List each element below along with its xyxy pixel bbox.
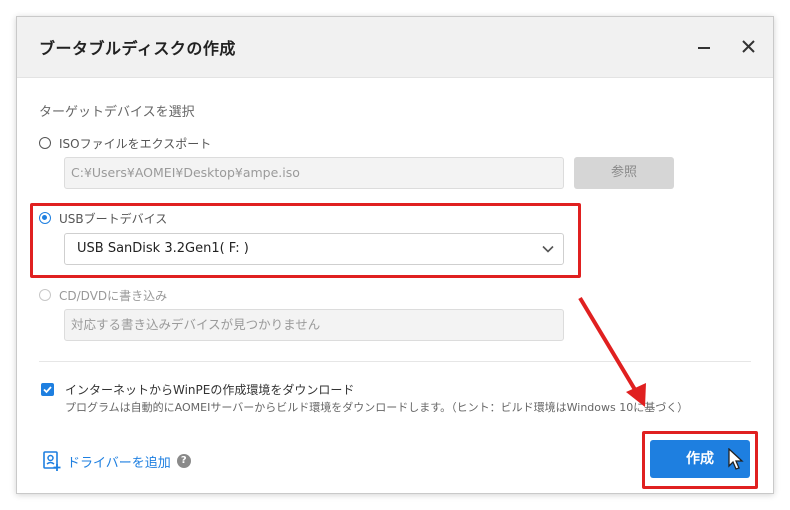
help-icon[interactable]: ?	[176, 454, 191, 468]
add-driver-link[interactable]: ドライバーを追加 ?	[41, 449, 191, 473]
add-driver-label: ドライバーを追加	[67, 455, 171, 471]
cd-dvd-radio-label: CD/DVDに書き込み	[59, 288, 168, 303]
target-device-label: ターゲットデバイスを選択	[39, 105, 195, 120]
iso-export-option[interactable]: ISOファイルをエクスポート	[39, 134, 211, 152]
iso-radio[interactable]	[39, 137, 51, 149]
cd-dvd-radio	[39, 289, 51, 301]
iso-radio-label: ISOファイルをエクスポート	[59, 136, 212, 151]
download-winpe-label: インターネットからWinPEの作成環境をダウンロード	[65, 383, 355, 397]
mouse-cursor-icon	[728, 448, 744, 470]
title-bar: ブータブルディスクの作成	[17, 17, 773, 78]
usb-highlight-box	[30, 203, 581, 278]
cd-dvd-option: CD/DVDに書き込み	[39, 286, 167, 304]
close-icon[interactable]	[737, 35, 761, 59]
create-bootable-disk-dialog: ブータブルディスクの作成 ターゲットデバイスを選択 ISOファイルをエクスポート…	[16, 16, 774, 494]
divider	[39, 361, 751, 362]
minimize-icon[interactable]	[693, 35, 717, 59]
driver-icon	[43, 451, 61, 471]
iso-path-field: C:¥Users¥AOMEI¥Desktop¥ampe.iso	[64, 157, 564, 189]
download-winpe-checkbox[interactable]	[41, 383, 54, 396]
check-icon	[43, 386, 52, 394]
dialog-title: ブータブルディスクの作成	[39, 39, 236, 58]
cd-dvd-device-field: 対応する書き込みデバイスが見つかりません	[64, 309, 564, 341]
download-winpe-description: プログラムは自動的にAOMEIサーバーからビルド環境をダウンロードします。（ヒン…	[65, 401, 689, 414]
browse-button: 参照	[574, 157, 674, 189]
